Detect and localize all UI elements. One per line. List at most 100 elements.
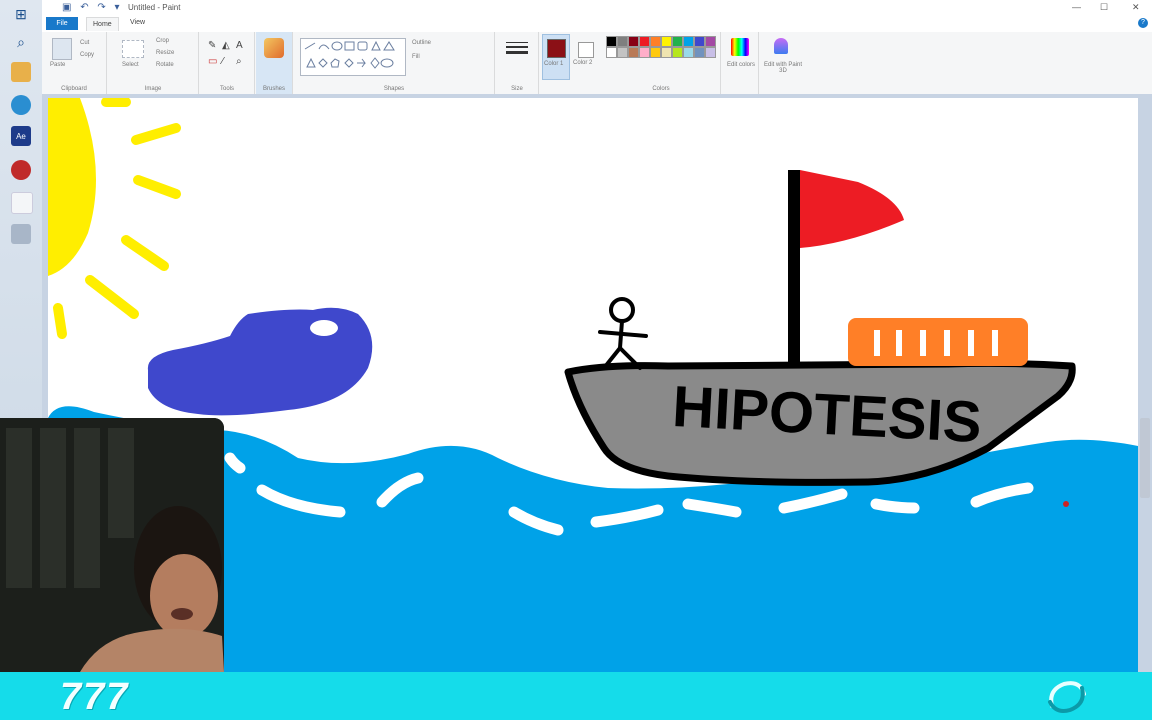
color1-swatch: [547, 39, 566, 58]
window-title: Untitled - Paint: [128, 3, 181, 12]
edit-colors-icon[interactable]: [731, 38, 749, 56]
stream-counter: 777: [60, 676, 130, 718]
paint3d-label[interactable]: Edit with Paint 3D: [762, 62, 804, 74]
stick-figure: [598, 297, 648, 370]
edge-browser-icon[interactable]: [11, 95, 31, 115]
tools-group: ✎ ◭ A ▭ ⁄ ⌕ Tools: [200, 32, 255, 94]
vertical-scrollbar[interactable]: [1140, 418, 1150, 498]
shapes-gallery-icons: [304, 40, 395, 69]
title-bar: ▣ ↶ ↷ ▾ Untitled - Paint — ☐ ✕: [42, 0, 1152, 16]
red-app-icon[interactable]: [11, 160, 31, 180]
eraser-icon[interactable]: ▭: [208, 56, 217, 67]
menu-bar: File Home View ?: [42, 16, 1152, 32]
help-icon[interactable]: ?: [1138, 18, 1148, 28]
palette-swatch[interactable]: [650, 36, 661, 47]
windows-start-icon[interactable]: ⊞: [11, 4, 31, 24]
fill-icon[interactable]: ◭: [222, 40, 230, 51]
paste-label[interactable]: Paste: [50, 62, 65, 68]
palette-swatch[interactable]: [705, 47, 716, 58]
pencil-icon[interactable]: ✎: [208, 40, 216, 51]
color1-button[interactable]: Color 1: [542, 34, 570, 80]
color1-label: Color 1: [544, 61, 564, 67]
fill-button[interactable]: Fill: [412, 54, 420, 60]
size-group[interactable]: Size: [496, 32, 539, 94]
palette-swatch[interactable]: [683, 36, 694, 47]
palette-swatch[interactable]: [650, 47, 661, 58]
tab-view[interactable]: View: [130, 19, 145, 26]
ribbon: Paste Cut Copy Clipboard Select Crop Res…: [42, 32, 1152, 95]
palette-swatch[interactable]: [694, 36, 705, 47]
palette-swatch[interactable]: [694, 47, 705, 58]
webcam-feed: [0, 418, 224, 672]
paste-icon[interactable]: [52, 38, 72, 60]
edit-colors-group[interactable]: Edit colors: [722, 32, 759, 94]
sun: [48, 98, 96, 276]
maximize-icon[interactable]: ☐: [1100, 2, 1108, 13]
paint-app-icon[interactable]: [11, 224, 31, 244]
store-icon[interactable]: [11, 62, 31, 82]
text-icon[interactable]: A: [236, 40, 243, 51]
palette-swatch[interactable]: [639, 36, 650, 47]
colors-group-label: Colors: [652, 86, 670, 92]
paint3d-group[interactable]: Edit with Paint 3D: [760, 32, 804, 94]
resize-button[interactable]: Resize: [156, 50, 174, 56]
palette-swatch[interactable]: [606, 36, 617, 47]
palette-swatch[interactable]: [639, 47, 650, 58]
palette-swatch[interactable]: [628, 36, 639, 47]
palette-swatch[interactable]: [628, 47, 639, 58]
outline-button[interactable]: Outline: [412, 40, 431, 46]
tab-home[interactable]: Home: [86, 17, 119, 31]
brush-cursor: [1063, 501, 1069, 507]
flag: [800, 170, 904, 248]
magnifier-icon[interactable]: ⌕: [236, 56, 242, 67]
select-label[interactable]: Select: [122, 62, 139, 68]
brushes-label: Brushes: [262, 86, 285, 92]
palette-swatch[interactable]: [705, 36, 716, 47]
brushes-group[interactable]: Brushes: [256, 32, 293, 94]
palette-swatch[interactable]: [661, 47, 672, 58]
palette-swatch[interactable]: [683, 47, 694, 58]
cut-button[interactable]: Cut: [80, 40, 89, 46]
color-selection-group: Color 1 Color 2: [540, 32, 600, 94]
color-picker-icon[interactable]: ⁄: [222, 56, 224, 67]
rotate-button[interactable]: Rotate: [156, 62, 174, 68]
color2-label: Color 2: [573, 60, 593, 66]
palette-swatch[interactable]: [672, 47, 683, 58]
webcam-overlay: [0, 418, 224, 672]
search-icon[interactable]: ⌕: [11, 32, 31, 52]
palette-swatch[interactable]: [617, 36, 628, 47]
size-label: Size: [511, 86, 523, 92]
clipboard-group: Paste Cut Copy Clipboard: [42, 32, 107, 94]
shapes-group-label: Shapes: [383, 86, 405, 92]
quick-access-toolbar[interactable]: ▣ ↶ ↷ ▾: [62, 2, 123, 13]
palette-swatch[interactable]: [661, 36, 672, 47]
color2-swatch: [578, 42, 594, 58]
select-icon[interactable]: [122, 40, 144, 58]
colors-group: Colors: [602, 32, 721, 94]
file-icon[interactable]: [11, 192, 33, 214]
blue-fish: [147, 307, 373, 416]
palette-swatch[interactable]: [606, 47, 617, 58]
crop-button[interactable]: Crop: [156, 38, 169, 44]
color2-button[interactable]: Color 2: [572, 34, 598, 78]
image-group: Select Crop Resize Rotate Image: [108, 32, 199, 94]
minimize-icon[interactable]: —: [1072, 2, 1081, 12]
file-menu-button[interactable]: File: [46, 17, 78, 30]
palette-swatch[interactable]: [672, 36, 683, 47]
copy-button[interactable]: Copy: [80, 52, 94, 58]
edit-colors-label[interactable]: Edit colors: [724, 62, 758, 68]
brush-icon[interactable]: [264, 38, 284, 58]
adobe-app-icon[interactable]: Ae: [11, 126, 31, 146]
fish-eye: [310, 320, 338, 336]
image-group-label: Image: [144, 86, 162, 92]
stream-banner: [0, 672, 1152, 720]
paint3d-icon[interactable]: [774, 38, 788, 54]
mast: [788, 170, 800, 368]
close-icon[interactable]: ✕: [1132, 2, 1140, 13]
channel-logo-icon: [1048, 681, 1086, 713]
clipboard-group-label: Clipboard: [61, 86, 87, 92]
tools-group-label: Tools: [219, 86, 234, 92]
shapes-group: Outline Fill Shapes: [294, 32, 495, 94]
shapes-gallery[interactable]: [300, 38, 406, 76]
palette-swatch[interactable]: [617, 47, 628, 58]
